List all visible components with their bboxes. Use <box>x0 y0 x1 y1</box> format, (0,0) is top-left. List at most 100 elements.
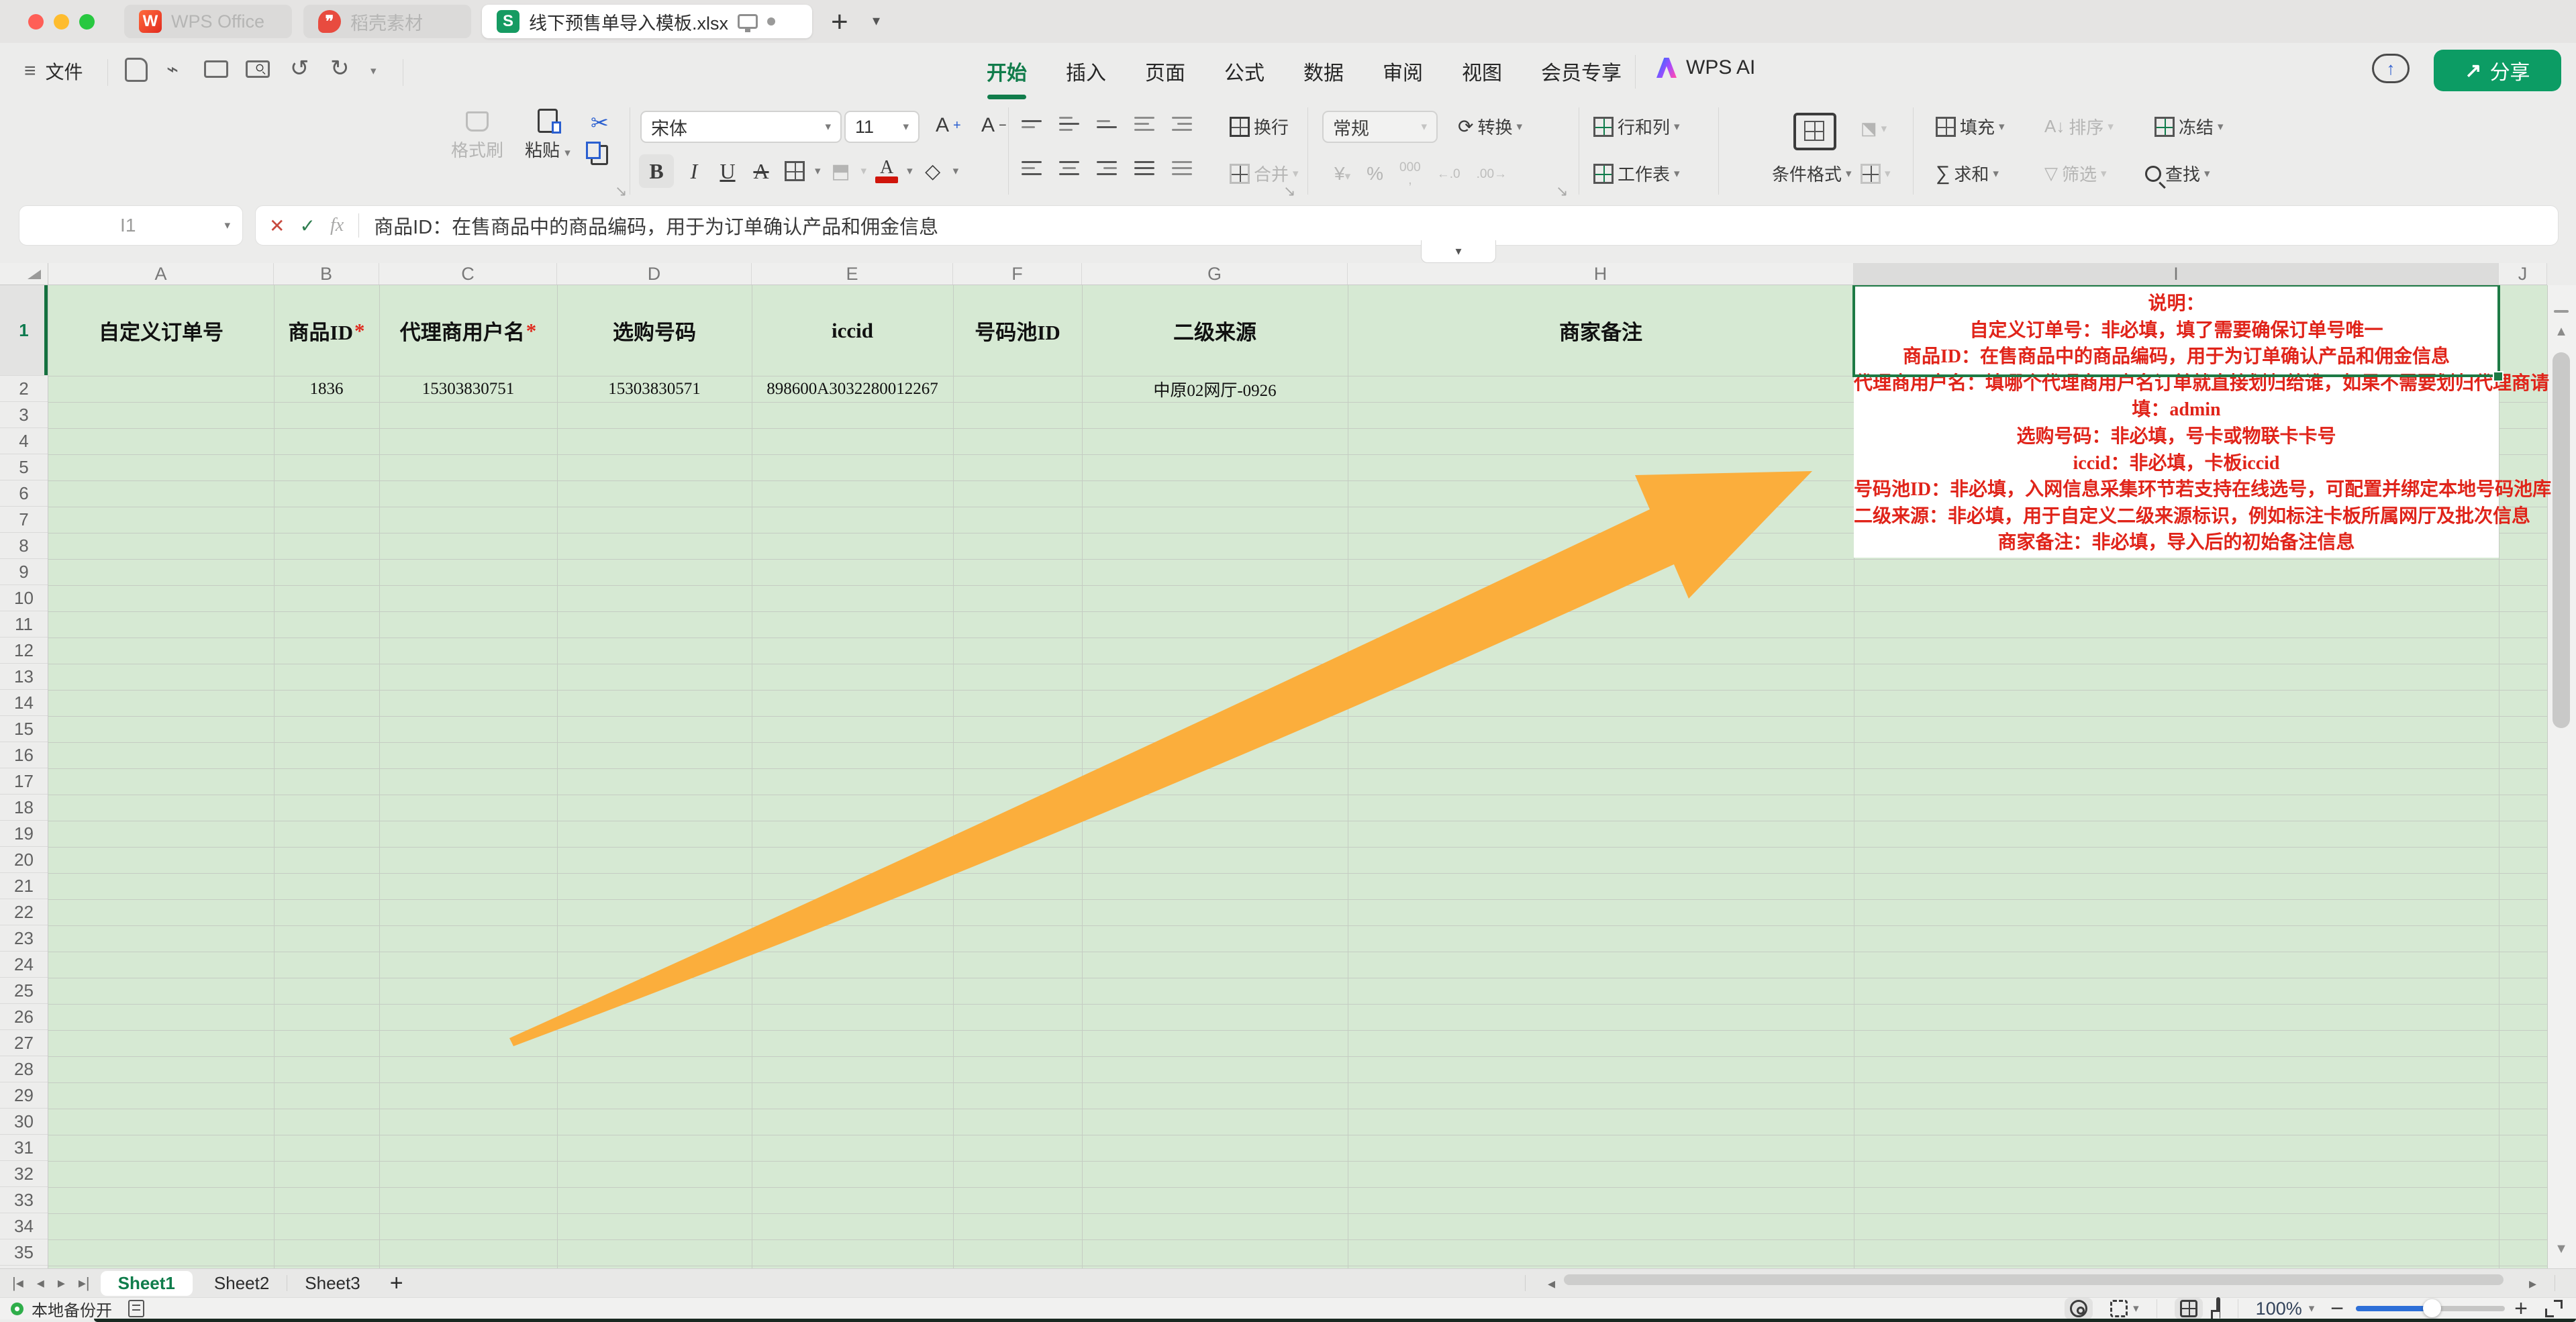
row-header-28[interactable]: 28 <box>0 1056 48 1082</box>
ribbon-tab-开始[interactable]: 开始 <box>987 56 1027 86</box>
cut-icon[interactable]: ✂ <box>591 110 609 136</box>
header-cell-C1[interactable]: 代理商用户名* <box>379 285 557 376</box>
wrap-text-button[interactable]: 换行 <box>1230 114 1289 139</box>
export-icon[interactable]: ⌁ <box>166 58 179 81</box>
header-cell-G1[interactable]: 二级来源 <box>1082 285 1348 376</box>
column-header-A[interactable]: A <box>48 263 274 285</box>
selection-fill-handle[interactable] <box>2493 371 2504 382</box>
font-name-select[interactable]: 宋体▾ <box>640 111 842 143</box>
tab-wps-ai[interactable]: WPS AI <box>1656 56 1755 79</box>
bold-button[interactable]: B <box>639 154 674 188</box>
tab-list-chevron[interactable]: ▾ <box>873 12 880 30</box>
row-header-24[interactable]: 24 <box>0 952 48 978</box>
row-header-4[interactable]: 4 <box>0 428 48 454</box>
cancel-icon[interactable]: ✕ <box>269 215 285 237</box>
scroll-up-icon[interactable]: ▲ <box>2551 324 2571 340</box>
freeze-button[interactable]: 冻结▾ <box>2154 114 2224 139</box>
row-header-2[interactable]: 2 <box>0 376 48 402</box>
ribbon-tab-审阅[interactable]: 审阅 <box>1383 56 1423 86</box>
row-header-22[interactable]: 22 <box>0 899 48 925</box>
grow-font-button[interactable]: A+ <box>936 114 961 137</box>
align-top-icon[interactable] <box>1022 120 1042 128</box>
dialog-launcher-icon[interactable]: ↘ <box>1556 183 1568 200</box>
row-headers[interactable]: 1234567891011121314151617181920212223242… <box>0 285 48 1268</box>
row-header-32[interactable]: 32 <box>0 1161 48 1187</box>
increase-decimal-icon[interactable]: .00→ <box>1477 168 1507 181</box>
row-header-15[interactable]: 15 <box>0 716 48 742</box>
ribbon-tab-公式[interactable]: 公式 <box>1224 56 1265 86</box>
fullscreen-icon[interactable] <box>2545 1300 2563 1317</box>
decrease-decimal-icon[interactable]: ←.0 <box>1437 168 1460 181</box>
eye-protection-button[interactable] <box>2065 1298 2093 1319</box>
page-layout-button[interactable] <box>2216 1299 2220 1318</box>
row-header-14[interactable]: 14 <box>0 690 48 716</box>
row-header-20[interactable]: 20 <box>0 847 48 873</box>
underline-button[interactable]: U <box>714 158 741 185</box>
sheet-tab-Sheet3[interactable]: Sheet3 <box>287 1273 377 1294</box>
ribbon-tab-视图[interactable]: 视图 <box>1462 56 1502 86</box>
minimize-window-button[interactable] <box>54 14 69 30</box>
convert-button[interactable]: ⟳ 转换▾ <box>1458 114 1522 139</box>
row-header-5[interactable]: 5 <box>0 454 48 480</box>
filter-button[interactable]: ▽ 筛选▾ <box>2044 161 2107 186</box>
find-button[interactable]: 查找▾ <box>2145 161 2210 186</box>
ribbon-tab-会员专享[interactable]: 会员专享 <box>1541 56 1622 86</box>
row-header-23[interactable]: 23 <box>0 925 48 952</box>
rows-cols-button[interactable]: 行和列▾ <box>1593 114 1680 139</box>
italic-button[interactable]: I <box>681 158 707 185</box>
vertical-scrollbar-thumb[interactable] <box>2553 352 2570 728</box>
align-right-icon[interactable] <box>1097 161 1117 175</box>
dialog-launcher-icon[interactable]: ↘ <box>615 183 627 200</box>
row-header-3[interactable]: 3 <box>0 402 48 428</box>
row-header-8[interactable]: 8 <box>0 533 48 559</box>
print-icon[interactable] <box>204 60 228 78</box>
cell-C2[interactable]: 15303830751 <box>379 376 557 402</box>
zoom-slider[interactable] <box>2356 1306 2505 1311</box>
currency-format-icon[interactable]: ¥▾ <box>1334 163 1350 185</box>
ribbon-tab-插入[interactable]: 插入 <box>1066 56 1106 86</box>
center-selection-button[interactable]: ▾ <box>2110 1300 2139 1317</box>
column-header-E[interactable]: E <box>752 263 953 285</box>
zoom-chevron[interactable]: ▾ <box>2309 1302 2315 1315</box>
row-header-13[interactable]: 13 <box>0 664 48 690</box>
copy-icon[interactable] <box>591 145 608 165</box>
row-header-33[interactable]: 33 <box>0 1187 48 1213</box>
file-menu[interactable]: ≡ 文件 <box>24 58 83 85</box>
clear-format-icon[interactable]: ◇ <box>920 158 946 185</box>
row-header-25[interactable]: 25 <box>0 978 48 1004</box>
distribute-icon[interactable] <box>1172 161 1192 175</box>
header-cell-A1[interactable]: 自定义订单号 <box>48 285 274 376</box>
select-all-corner[interactable] <box>0 263 48 285</box>
cell-D2[interactable]: 15303830571 <box>557 376 752 402</box>
paste-button[interactable]: 粘贴 ▾ <box>525 109 571 162</box>
align-center-icon[interactable] <box>1059 161 1079 175</box>
row-header-7[interactable]: 7 <box>0 507 48 533</box>
shrink-font-button[interactable]: A− <box>981 114 1007 137</box>
column-header-B[interactable]: B <box>274 263 379 285</box>
header-cell-D1[interactable]: 选购号码 <box>557 285 752 376</box>
horizontal-scrollbar-thumb[interactable] <box>1564 1274 2504 1285</box>
column-header-I[interactable]: I <box>1854 263 2499 285</box>
redo-icon[interactable]: ↻ <box>330 55 350 82</box>
name-box[interactable]: I1 ▾ <box>19 205 243 246</box>
row-header-9[interactable]: 9 <box>0 559 48 585</box>
enter-icon[interactable]: ✓ <box>299 215 315 237</box>
cell-B2[interactable]: 1836 <box>274 376 379 402</box>
hscroll-right-icon[interactable]: ▸ <box>2529 1275 2536 1292</box>
row-header-11[interactable]: 11 <box>0 611 48 638</box>
zoom-out-button[interactable]: − <box>2330 1296 2344 1322</box>
align-left-icon[interactable] <box>1022 161 1042 175</box>
conditional-format-button[interactable]: 条件格式▾ <box>1772 161 1852 186</box>
font-size-select[interactable]: 11▾ <box>844 111 920 143</box>
increase-indent-icon[interactable] <box>1172 117 1192 131</box>
column-headers[interactable]: ABCDEFGHIJ <box>48 263 2547 285</box>
sort-button[interactable]: A↓ 排序▾ <box>2044 114 2114 139</box>
row-header-19[interactable]: 19 <box>0 821 48 847</box>
sheet-tab-Sheet1[interactable]: Sheet1 <box>101 1271 193 1296</box>
row-header-21[interactable]: 21 <box>0 873 48 899</box>
new-tab-button[interactable]: + <box>831 5 848 39</box>
backup-list-icon[interactable] <box>128 1300 144 1317</box>
strikethrough-button[interactable]: A <box>748 158 775 185</box>
fill-color-icon[interactable]: ⬒ <box>828 158 854 185</box>
last-sheet-icon[interactable]: ▸| <box>79 1274 90 1292</box>
